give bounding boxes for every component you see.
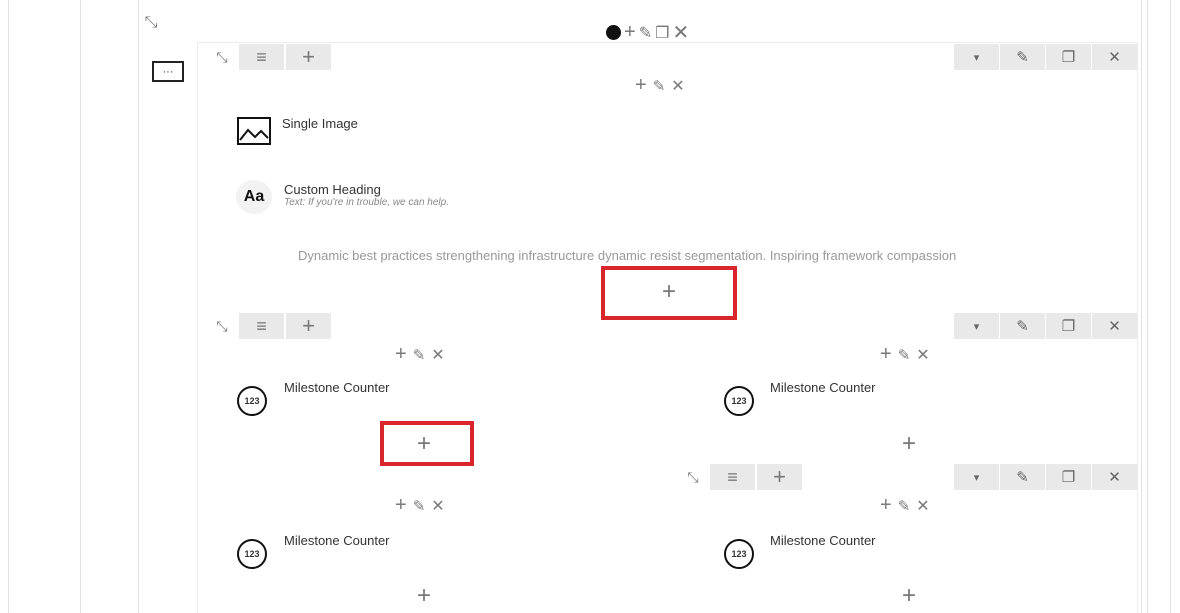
add-icon[interactable]: + [880,343,894,366]
expand-row-icon[interactable]: ⤡ [142,14,160,32]
drag-icon[interactable]: ≡ [239,44,284,70]
add-icon[interactable]: + [880,494,894,517]
more-options-button[interactable]: ··· [152,61,184,82]
column-controls: + ✎ ✕ [395,343,447,366]
counter-icon: 123 [237,539,267,569]
delete-icon[interactable]: ✕ [916,345,931,365]
expand-icon[interactable]: ⤡ [207,44,237,70]
delete-row-icon[interactable]: ✕ [1092,313,1137,339]
heading-icon: Aa [236,180,272,214]
column-controls: + ✎ ✕ [880,494,932,517]
text-block-element[interactable]: Dynamic best practices strengthening inf… [298,248,1058,263]
drag-icon[interactable]: ≡ [710,464,755,490]
add-column-icon[interactable]: + [757,464,802,490]
counter-icon: 123 [724,386,754,416]
frame-line-left [80,0,81,613]
counter-icon: 123 [724,539,754,569]
frame-line-left-outer [8,0,9,613]
delete-icon[interactable]: ✕ [916,496,931,516]
clone-row-icon[interactable]: ❐ [1046,44,1091,70]
delete-icon[interactable]: ✕ [671,76,686,96]
delete-icon[interactable]: ✕ [431,496,446,516]
drag-handle-icon[interactable] [606,25,621,40]
frame-line-right [1147,0,1148,613]
highlight-box [380,421,474,466]
custom-heading-element[interactable]: Aa Custom Heading Text: If you're in tro… [236,180,556,216]
add-icon[interactable]: + [395,494,409,517]
inner-row-right-toolbar: ▾ ✎ ❐ ✕ [954,313,1137,339]
expand-icon[interactable]: ⤡ [678,464,708,490]
add-column-icon[interactable]: + [286,44,331,70]
delete-row-icon[interactable]: ✕ [1092,44,1137,70]
dropdown-icon[interactable]: ▾ [954,313,999,339]
edit-icon[interactable]: ✎ [639,23,652,43]
counter-icon-text: 123 [731,396,747,406]
milestone-counter-element[interactable]: 123 Milestone Counter [237,533,497,573]
delete-icon[interactable]: ✕ [431,345,446,365]
frame-line-right-outer [1170,0,1171,613]
edit-icon[interactable]: ✎ [898,346,913,364]
counter-icon-text: 123 [731,549,747,559]
drag-icon[interactable]: ≡ [239,313,284,339]
column-controls: + ✎ ✕ [880,343,932,366]
counter-icon: 123 [237,386,267,416]
add-icon[interactable]: + [395,343,409,366]
add-element-button[interactable]: + [897,432,921,456]
edit-icon[interactable]: ✎ [413,346,428,364]
frame-line-left-inner [138,0,139,613]
add-element-button[interactable]: + [897,584,921,608]
element-title: Single Image [282,116,358,131]
element-title: Milestone Counter [284,380,390,395]
counter-icon-text: 123 [244,396,260,406]
dropdown-icon[interactable]: ▾ [954,464,999,490]
milestone-counter-element[interactable]: 123 Milestone Counter [724,533,984,573]
edit-row-icon[interactable]: ✎ [1000,464,1045,490]
milestone-counter-element[interactable]: 123 Milestone Counter [724,380,984,420]
row-right-toolbar: ▾ ✎ ❐ ✕ [954,44,1137,70]
edit-icon[interactable]: ✎ [898,497,913,515]
counter-icon-text: 123 [244,549,260,559]
element-title: Milestone Counter [770,533,876,548]
edit-row-icon[interactable]: ✎ [1000,44,1045,70]
clone-row-icon[interactable]: ❐ [1046,313,1091,339]
row-left-toolbar: ⤡ ≡ + [205,44,331,70]
clone-row-icon[interactable]: ❐ [1046,464,1091,490]
column-controls: + ✎ ✕ [635,74,687,97]
add-icon[interactable]: + [635,74,649,97]
image-icon [237,117,271,145]
inner-row-left-toolbar: ⤡ ≡ + [205,313,331,339]
column-controls: + ✎ ✕ [395,494,447,517]
nested-row-left-toolbar: ⤡ ≡ + [676,464,802,490]
expand-icon[interactable]: ⤡ [207,313,237,339]
frame-line-right-inner [1141,0,1142,613]
element-title: Milestone Counter [770,380,876,395]
single-image-element[interactable]: Single Image [236,112,536,146]
element-subtitle: Text: If you're in trouble, we can help. [284,197,449,208]
edit-row-icon[interactable]: ✎ [1000,313,1045,339]
edit-icon[interactable]: ✎ [413,497,428,515]
delete-row-icon[interactable]: ✕ [1092,464,1137,490]
edit-icon[interactable]: ✎ [653,77,668,95]
add-column-icon[interactable]: + [286,313,331,339]
element-title: Milestone Counter [284,533,390,548]
clone-icon[interactable]: ❐ [655,23,669,43]
element-title: Custom Heading [284,182,381,197]
add-icon[interactable]: + [624,21,636,44]
dropdown-icon[interactable]: ▾ [954,44,999,70]
nested-row-right-toolbar: ▾ ✎ ❐ ✕ [954,464,1137,490]
add-element-button[interactable]: + [412,584,436,608]
highlight-box [601,266,737,320]
milestone-counter-element[interactable]: 123 Milestone Counter [237,380,497,420]
